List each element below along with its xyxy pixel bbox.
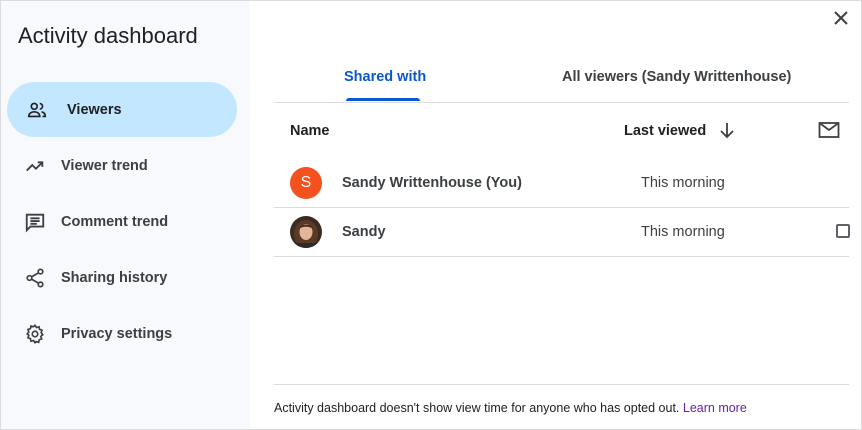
learn-more-link[interactable]: Learn more xyxy=(683,401,747,415)
sidebar-item-label: Sharing history xyxy=(61,269,168,286)
mail-icon[interactable] xyxy=(818,121,840,143)
active-tab-indicator xyxy=(346,98,420,101)
sidebar-item-label: Privacy settings xyxy=(61,325,173,342)
close-icon xyxy=(833,10,849,31)
sidebar-item-viewers[interactable]: Viewers xyxy=(7,82,237,137)
trending-up-icon xyxy=(23,154,47,178)
sidebar-item-label: Viewer trend xyxy=(61,157,148,174)
sidebar-item-label: Viewers xyxy=(67,101,122,118)
share-icon xyxy=(23,266,47,290)
last-viewed-value: This morning xyxy=(641,224,725,240)
activity-dashboard-dialog: Activity dashboard Viewers Viewer trend xyxy=(0,0,862,430)
avatar: S xyxy=(290,167,322,199)
sidebar-item-sharing-history[interactable]: Sharing history xyxy=(7,250,237,305)
arrow-down-icon[interactable] xyxy=(717,120,737,144)
column-header-last-viewed[interactable]: Last viewed xyxy=(624,123,706,139)
sidebar: Activity dashboard Viewers Viewer trend xyxy=(1,1,250,429)
viewers-table: Name Last viewed S Sandy Writtenhouse (Y… xyxy=(274,103,850,257)
footer-divider xyxy=(274,384,849,385)
avatar xyxy=(290,216,322,248)
viewer-name: Sandy xyxy=(342,224,386,240)
sidebar-item-viewer-trend[interactable]: Viewer trend xyxy=(7,138,237,193)
tab-shared-with[interactable]: Shared with xyxy=(344,58,426,102)
footer-note: Activity dashboard doesn't show view tim… xyxy=(274,401,747,415)
email-checkbox[interactable] xyxy=(836,224,850,238)
last-viewed-value: This morning xyxy=(641,175,725,191)
sidebar-item-label: Comment trend xyxy=(61,213,169,230)
tab-all-viewers[interactable]: All viewers (Sandy Writtenhouse) xyxy=(562,58,791,102)
comment-icon xyxy=(23,210,47,234)
viewer-name: Sandy Writtenhouse (You) xyxy=(342,175,522,191)
sidebar-item-comment-trend[interactable]: Comment trend xyxy=(7,194,237,249)
people-icon xyxy=(25,98,49,122)
table-row[interactable]: S Sandy Writtenhouse (You) This morning xyxy=(274,159,849,208)
dialog-title: Activity dashboard xyxy=(18,23,198,48)
sidebar-item-privacy-settings[interactable]: Privacy settings xyxy=(7,306,237,361)
close-button[interactable] xyxy=(830,9,852,31)
table-row[interactable]: Sandy This morning xyxy=(274,208,850,257)
footer-text: Activity dashboard doesn't show view tim… xyxy=(274,401,683,415)
tab-bar: Shared with All viewers (Sandy Writtenho… xyxy=(274,58,849,103)
table-header: Name Last viewed xyxy=(274,103,849,159)
column-header-name[interactable]: Name xyxy=(290,123,330,139)
gear-icon xyxy=(23,322,47,346)
